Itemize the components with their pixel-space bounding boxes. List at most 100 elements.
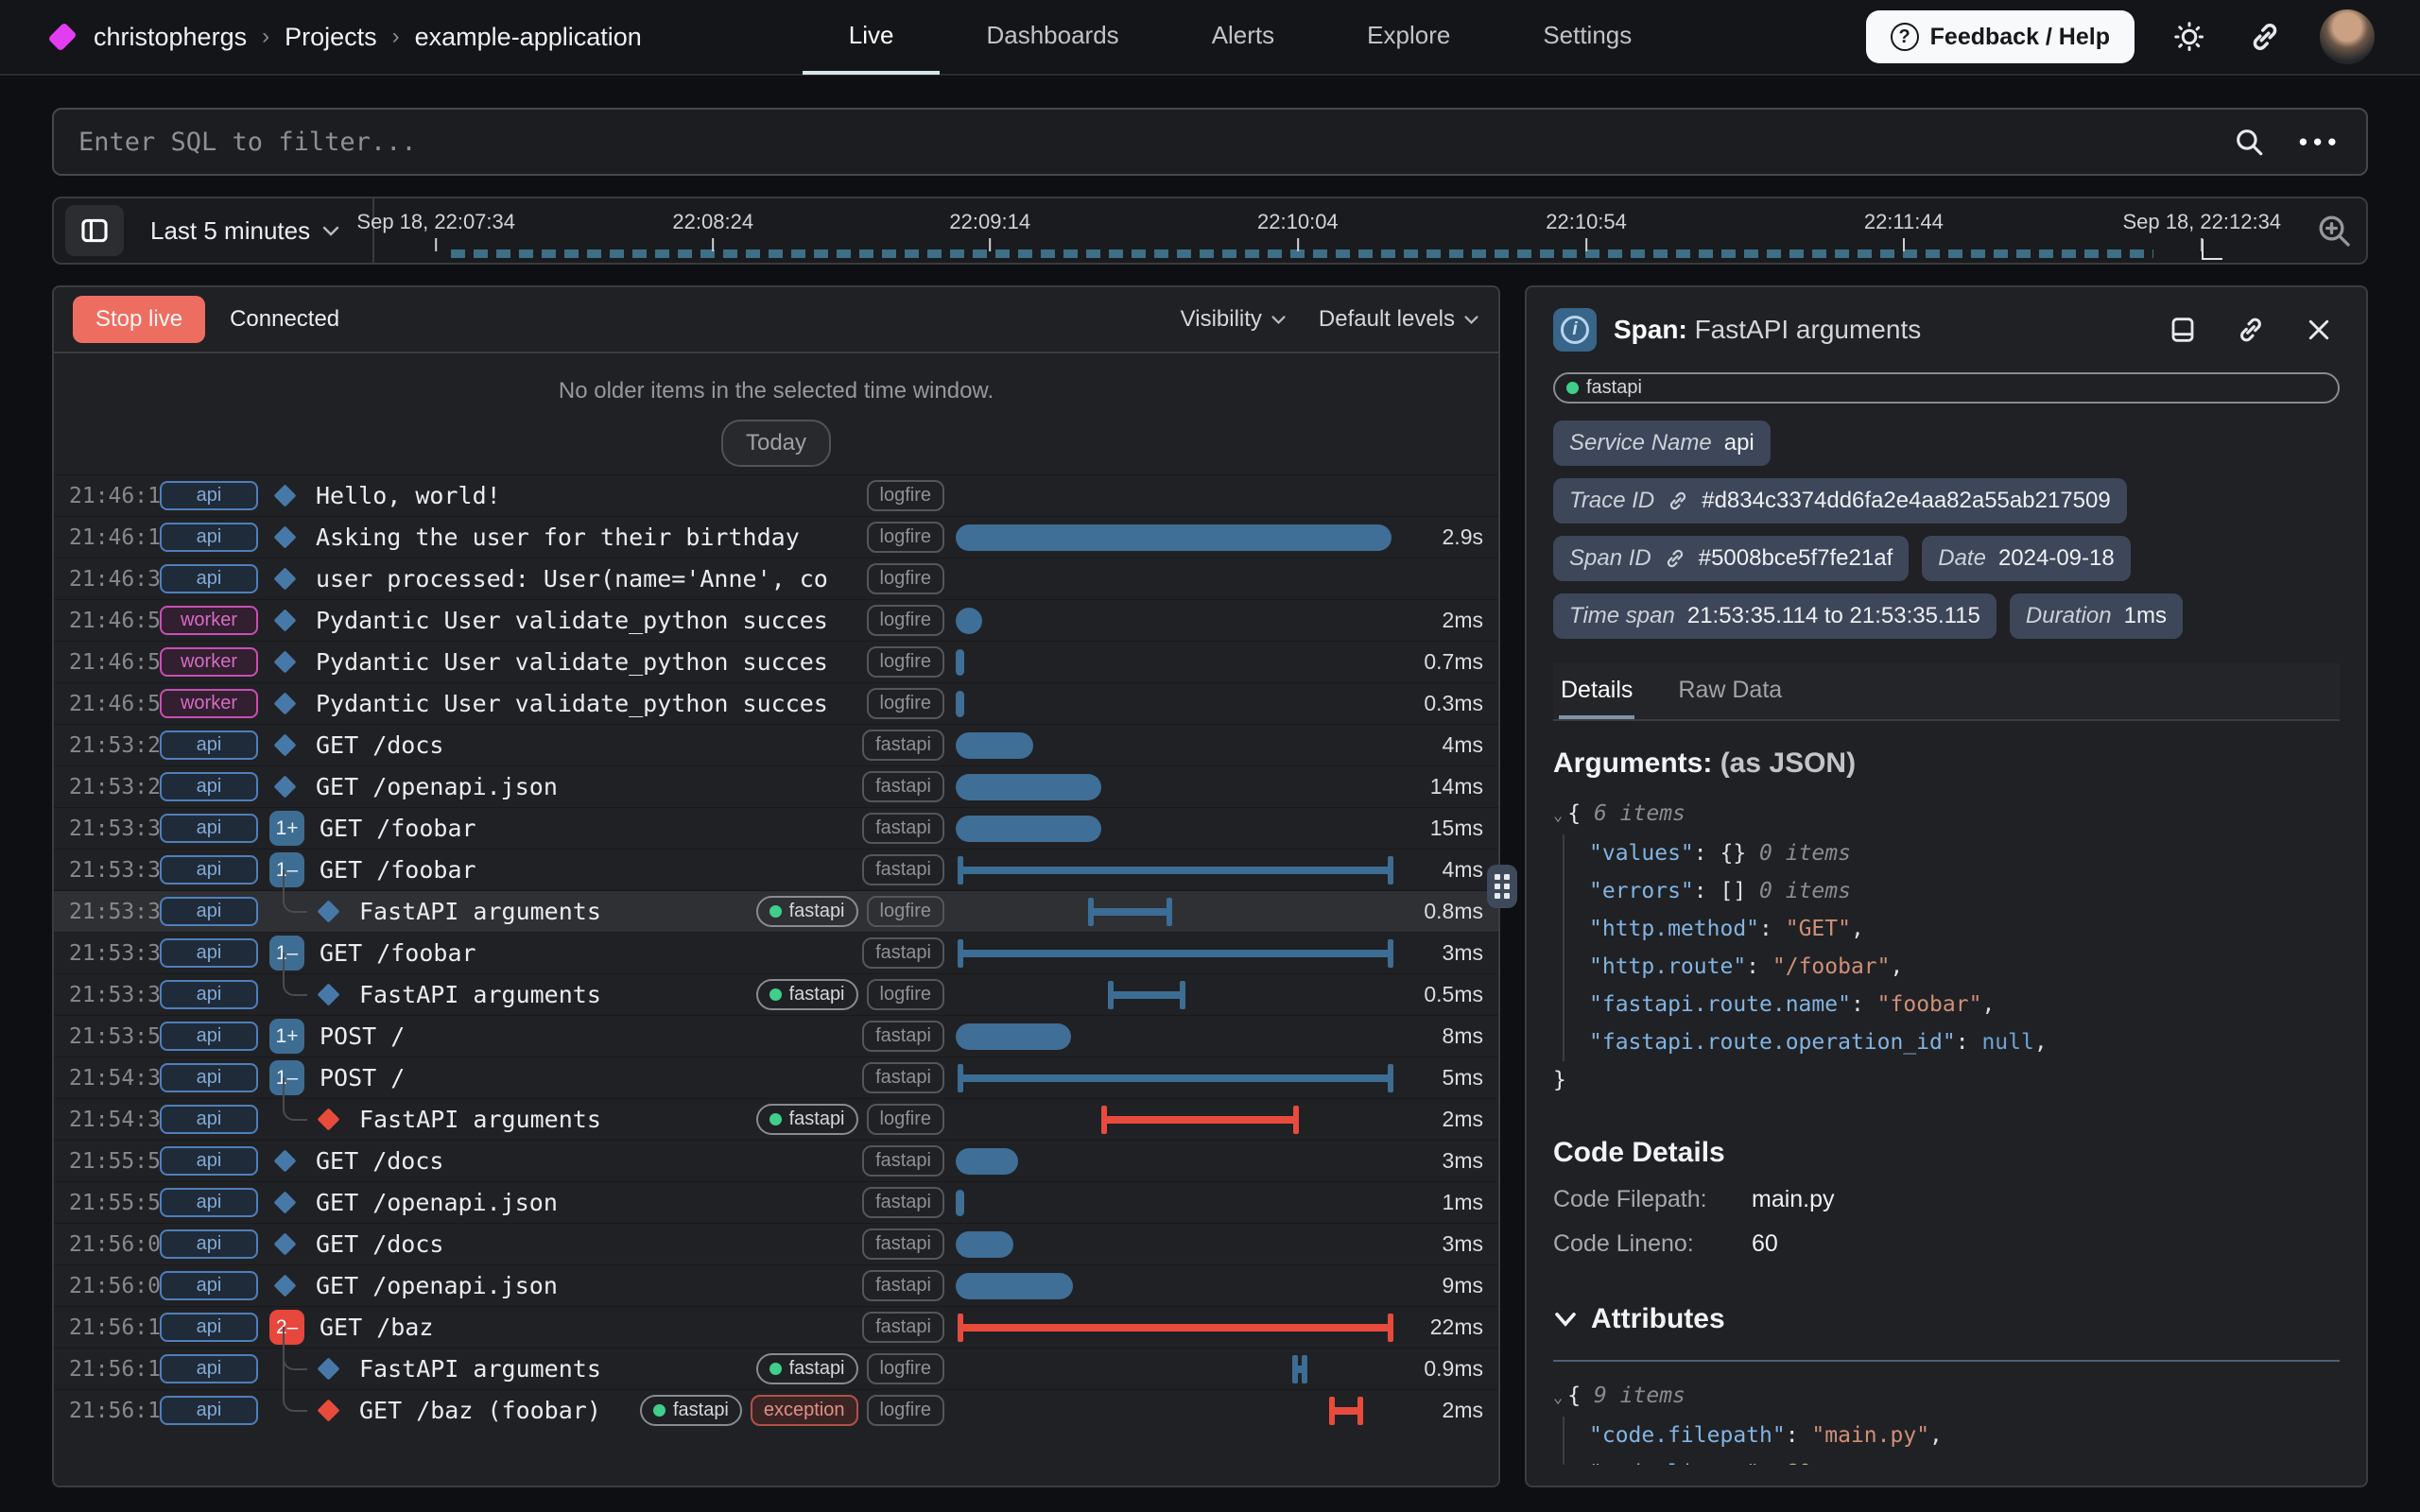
- arguments-heading: Arguments: (as JSON): [1553, 747, 2340, 780]
- duration-bar: [956, 1190, 964, 1216]
- search-icon[interactable]: [2228, 121, 2270, 163]
- stop-live-button[interactable]: Stop live: [73, 296, 205, 343]
- tag-logfire: logfire: [867, 1395, 944, 1426]
- sql-filter-input[interactable]: [78, 128, 2228, 157]
- trace-row[interactable]: 21:46:55workerPydantic User validate_pyt…: [54, 641, 1498, 682]
- meta-label: Trace ID: [1569, 488, 1654, 514]
- trace-row[interactable]: 21:53:35apiFastAPI argumentsfastapilogfi…: [54, 973, 1498, 1015]
- trace-row[interactable]: 21:46:55workerPydantic User validate_pyt…: [54, 682, 1498, 724]
- today-button[interactable]: Today: [721, 420, 831, 467]
- trace-row[interactable]: 21:46:33apiuser processed: User(name='An…: [54, 558, 1498, 599]
- trace-row[interactable]: 21:56:09apiGET /openapi.jsonfastapi9ms: [54, 1264, 1498, 1306]
- dock-panel-icon[interactable]: [2162, 309, 2204, 351]
- row-timestamp: 21:56:13: [69, 1399, 152, 1423]
- breadcrumb-item[interactable]: example-application: [415, 23, 642, 52]
- timeline-tick-mark: [1903, 238, 1905, 251]
- timeline-tick: 22:09:14: [949, 210, 1030, 251]
- trace-row[interactable]: 21:53:33api1+GET /foobarfastapi15ms: [54, 807, 1498, 849]
- default-levels-dropdown[interactable]: Default levels: [1319, 306, 1479, 333]
- child-count-badge[interactable]: 1+: [269, 811, 304, 846]
- service-tag-api: api: [160, 1354, 258, 1383]
- trace-row[interactable]: 21:56:13api2–GET /bazfastapi22ms: [54, 1306, 1498, 1348]
- row-timestamp: 21:53:28: [69, 733, 152, 758]
- span-range-bar: [1292, 1355, 1307, 1383]
- theme-toggle-icon[interactable]: [2169, 16, 2210, 58]
- green-dot-icon: [1566, 382, 1579, 394]
- trace-row[interactable]: 21:56:13apiGET /baz (foobar)fastapiexcep…: [54, 1389, 1498, 1431]
- nav-tab-dashboards[interactable]: Dashboards: [940, 0, 1165, 75]
- trace-row[interactable]: 21:53:28apiGET /docsfastapi4ms: [54, 724, 1498, 765]
- attributes-toggle[interactable]: Attributes: [1553, 1303, 2340, 1335]
- trace-row[interactable]: 21:53:35api1–GET /foobarfastapi3ms: [54, 932, 1498, 973]
- tag-fastapi: fastapi: [640, 1395, 742, 1426]
- time-range-select[interactable]: Last 5 minutes: [150, 216, 340, 246]
- trace-row[interactable]: 21:55:58apiGET /docsfastapi3ms: [54, 1140, 1498, 1181]
- row-main: GET /docsfastapi: [269, 725, 956, 765]
- logfire-logo-icon[interactable]: [47, 22, 77, 51]
- service-tag-api: api: [160, 1022, 258, 1051]
- trace-row[interactable]: 21:46:19apiAsking the user for their bir…: [54, 516, 1498, 558]
- zoom-in-icon[interactable]: [2315, 212, 2353, 249]
- row-main: FastAPI argumentsfastapilogfire: [269, 1349, 956, 1389]
- row-marker: [269, 654, 301, 670]
- tag-fastapi: fastapi: [862, 1312, 944, 1343]
- feedback-help-button[interactable]: ? Feedback / Help: [1866, 10, 2135, 63]
- breadcrumb-item[interactable]: Projects: [285, 23, 377, 52]
- meta-value: api: [1724, 430, 1754, 456]
- detail-tab-raw-data[interactable]: Raw Data: [1676, 663, 1784, 719]
- close-icon[interactable]: [2298, 309, 2340, 351]
- copy-link-icon[interactable]: [2230, 309, 2272, 351]
- meta-trace-id[interactable]: Trace ID#d834c3374dd6fa2e4aa82a55ab21750…: [1553, 478, 2127, 524]
- row-tags: fastapi: [862, 771, 944, 802]
- row-marker: [313, 1361, 344, 1377]
- child-count-badge[interactable]: 1+: [269, 1019, 304, 1054]
- row-duration-bar-track: [956, 1016, 1398, 1057]
- row-message: POST /: [320, 1022, 851, 1050]
- meta-duration: Duration1ms: [2010, 593, 2183, 639]
- tag-logfire: logfire: [867, 605, 944, 636]
- trace-row[interactable]: 21:56:13apiFastAPI argumentsfastapilogfi…: [54, 1348, 1498, 1389]
- tag-fastapi: fastapi: [756, 1353, 858, 1384]
- trace-row[interactable]: 21:53:28apiGET /openapi.jsonfastapi14ms: [54, 765, 1498, 807]
- duration-bar: [956, 1231, 1013, 1258]
- collapse-caret-icon[interactable]: ⌄: [1553, 1388, 1563, 1407]
- nav-tab-explore[interactable]: Explore: [1321, 0, 1496, 75]
- trace-row[interactable]: 21:53:35apiFastAPI argumentsfastapilogfi…: [54, 890, 1498, 932]
- span-range-bar: [958, 856, 1393, 885]
- timeline-tick: Sep 18, 22:12:34: [2122, 210, 2281, 251]
- trace-row[interactable]: 21:54:37api1–POST /fastapi5ms: [54, 1057, 1498, 1098]
- row-tags: fastapi: [862, 1228, 944, 1260]
- breadcrumb-item[interactable]: christophergs: [94, 23, 247, 52]
- share-link-icon[interactable]: [2244, 16, 2286, 58]
- timeline-track[interactable]: Sep 18, 22:07:3422:08:2422:09:1422:10:04…: [374, 197, 2298, 265]
- duration-bar: [956, 608, 982, 634]
- service-tag-api: api: [160, 855, 258, 885]
- panel-splitter-handle[interactable]: [1487, 865, 1517, 908]
- trace-row[interactable]: 21:54:37apiFastAPI argumentsfastapilogfi…: [54, 1098, 1498, 1140]
- collapse-caret-icon[interactable]: ⌄: [1553, 806, 1563, 825]
- tag-logfire: logfire: [867, 688, 944, 719]
- breadcrumb-separator: ›: [392, 24, 400, 50]
- visibility-dropdown[interactable]: Visibility: [1181, 306, 1287, 333]
- trace-row[interactable]: 21:46:19apiHello, world!logfire: [54, 474, 1498, 516]
- span-range-bar: [1329, 1397, 1362, 1425]
- nav-tab-alerts[interactable]: Alerts: [1166, 0, 1321, 75]
- trace-row[interactable]: 21:55:58apiGET /openapi.jsonfastapi1ms: [54, 1181, 1498, 1223]
- sidebar-toggle-icon[interactable]: [65, 205, 124, 256]
- trace-row[interactable]: 21:46:55workerPydantic User validate_pyt…: [54, 599, 1498, 641]
- more-options-icon[interactable]: ●●●: [2298, 132, 2342, 151]
- detail-tab-details[interactable]: Details: [1559, 663, 1634, 719]
- meta-span-id[interactable]: Span ID#5008bce5f7fe21af: [1553, 536, 1909, 581]
- trace-row[interactable]: 21:53:35api1–GET /foobarfastapi4ms: [54, 849, 1498, 890]
- user-avatar[interactable]: [2320, 9, 2375, 64]
- row-duration-bar-track: [956, 891, 1398, 932]
- trace-row[interactable]: 21:56:09apiGET /docsfastapi3ms: [54, 1223, 1498, 1264]
- span-detail-header: i Span: FastAPI arguments: [1553, 308, 2340, 352]
- row-duration-bar-track: [956, 642, 1398, 682]
- trace-row[interactable]: 21:53:56api1+POST /fastapi8ms: [54, 1015, 1498, 1057]
- nav-tab-settings[interactable]: Settings: [1496, 0, 1678, 75]
- green-dot-icon: [769, 988, 782, 1001]
- nav-tab-live[interactable]: Live: [803, 0, 941, 75]
- diamond-icon-blue: [317, 900, 339, 922]
- live-traces-panel: Stop live Connected Visibility Default l…: [52, 285, 1500, 1487]
